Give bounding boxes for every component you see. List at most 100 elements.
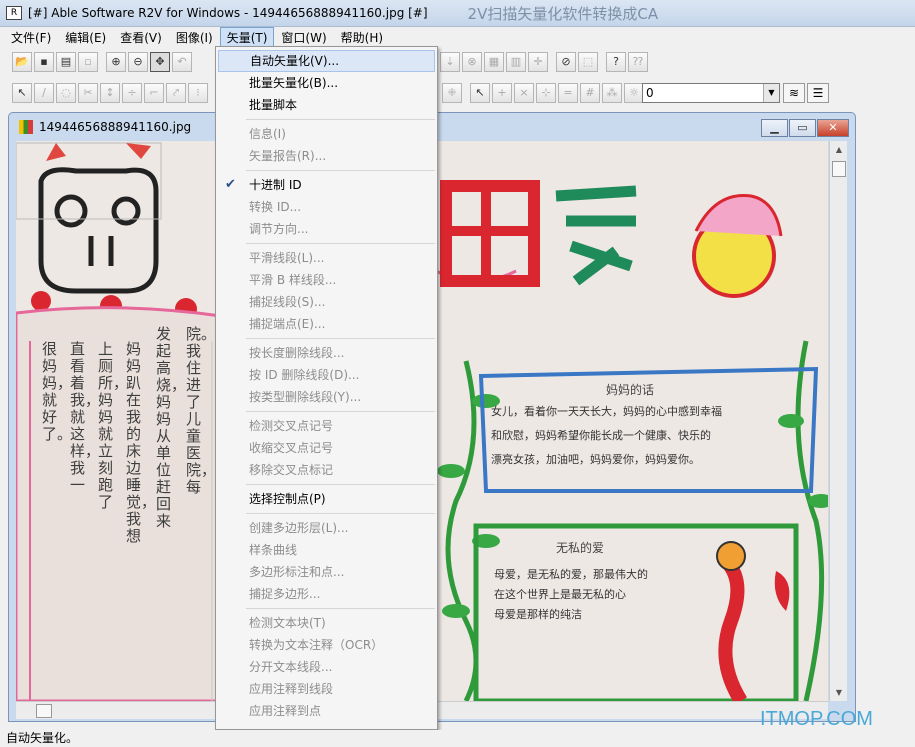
dropdown-item[interactable]: 应用注释到线段 xyxy=(216,678,437,700)
dropdown-item[interactable]: 检测文本块(T) xyxy=(216,612,437,634)
dropdown-item[interactable]: 矢量报告(R)... xyxy=(216,145,437,167)
zoom-in-icon[interactable]: ⊕ xyxy=(106,52,126,72)
poem-column: 院。我住进了儿童医院，每 xyxy=(186,325,217,496)
box-text-line: 在这个世界上是最无私的心 xyxy=(494,588,626,601)
move-node-icon[interactable]: ↕ xyxy=(100,83,120,103)
dropdown-item[interactable]: 按 ID 删除线段(D)... xyxy=(216,364,437,386)
delete-select-icon[interactable]: ⊘ xyxy=(556,52,576,72)
help-icon[interactable]: ? xyxy=(606,52,626,72)
id-equal-icon[interactable]: = xyxy=(558,83,578,103)
scroll-down-icon[interactable]: ▼ xyxy=(830,684,848,701)
select-arrow-icon[interactable]: ↖ xyxy=(12,83,32,103)
dropdown-item-label: 信息(I) xyxy=(249,127,286,141)
pan-tool-icon[interactable]: ✥ xyxy=(150,52,170,72)
menu-6[interactable]: 帮助(H) xyxy=(334,27,390,48)
save-icon[interactable]: ▪ xyxy=(34,52,54,72)
status-bar: 自动矢量化。 xyxy=(0,730,915,747)
menu-separator xyxy=(246,243,435,244)
menu-1[interactable]: 编辑(E) xyxy=(58,27,113,48)
pointer-plus-icon[interactable]: ↖ xyxy=(470,83,490,103)
dropdown-item[interactable]: ✔ 十进制 ID xyxy=(216,174,437,196)
dropdown-item[interactable]: 平滑 B 样线段... xyxy=(216,269,437,291)
dropdown-item[interactable]: 按长度删除线段... xyxy=(216,342,437,364)
grid-icon[interactable]: ⁝ xyxy=(188,83,208,103)
dropdown-item-label: 应用注释到点 xyxy=(249,704,322,718)
dropdown-item[interactable]: 分开文本线段... xyxy=(216,656,437,678)
dropdown-item[interactable]: 移除交叉点标记 xyxy=(216,459,437,481)
zoom-out-icon[interactable]: ⊖ xyxy=(128,52,148,72)
context-help-icon[interactable]: ⁇ xyxy=(628,52,648,72)
dropdown-item[interactable]: 转换为文本注释（OCR） xyxy=(216,634,437,656)
id-tag-icon[interactable]: # xyxy=(580,83,600,103)
open-file-icon[interactable]: 📂 xyxy=(12,52,32,72)
minimize-button[interactable]: ▁ xyxy=(761,119,788,137)
dropdown-item-label: 自动矢量化(V)... xyxy=(250,54,340,68)
dropdown-item[interactable]: 自动矢量化(V)... xyxy=(218,50,435,72)
dropdown-item[interactable]: 选择控制点(P) xyxy=(216,488,437,510)
draw-line-icon[interactable]: ∕ xyxy=(34,83,54,103)
dropdown-item-label: 批量矢量化(B)... xyxy=(249,76,339,90)
dropdown-item-label: 捕捉多边形... xyxy=(249,587,321,601)
dropdown-item[interactable]: 平滑线段(L)... xyxy=(216,247,437,269)
split-icon[interactable]: ÷ xyxy=(122,83,142,103)
box1-title: 妈妈的话 xyxy=(606,383,655,397)
select-box-icon[interactable]: ⬚ xyxy=(578,52,598,72)
menu-separator xyxy=(246,608,435,609)
undo-icon[interactable]: ↶ xyxy=(172,52,192,72)
chevron-down-icon[interactable]: ▼ xyxy=(763,84,779,102)
dropdown-item[interactable]: 多边形标注和点... xyxy=(216,561,437,583)
cut-line-icon[interactable]: ✂ xyxy=(78,83,98,103)
menu-0[interactable]: 文件(F) xyxy=(4,27,58,48)
vector-tool-3-icon[interactable]: ⊗ xyxy=(462,52,482,72)
vertical-scroll-thumb[interactable] xyxy=(832,161,846,177)
dropdown-item-label: 创建多边形层(L)... xyxy=(249,521,349,535)
dropdown-item[interactable]: 创建多边形层(L)... xyxy=(216,517,437,539)
reshape-icon[interactable]: ⤤ xyxy=(166,83,186,103)
site-watermark: ITMOP.COM xyxy=(760,708,873,730)
poem-column: 很妈妈，就好了。 xyxy=(42,340,73,443)
light-icon[interactable]: ☼ xyxy=(624,83,644,103)
dropdown-item[interactable]: 信息(I) xyxy=(216,123,437,145)
dropdown-item[interactable]: 检测交叉点记号 xyxy=(216,415,437,437)
dropdown-item[interactable]: 捕捉线段(S)... xyxy=(216,291,437,313)
close-button[interactable]: ✕ xyxy=(817,119,849,137)
menu-3[interactable]: 图像(I) xyxy=(169,27,220,48)
horizontal-scroll-thumb[interactable] xyxy=(36,704,52,718)
join-icon[interactable]: ⌐ xyxy=(144,83,164,103)
maximize-button[interactable]: ▭ xyxy=(789,119,816,137)
child-window-title: 14944656888941160.jpg xyxy=(39,120,192,134)
dropdown-item[interactable]: 收缩交叉点记号 xyxy=(216,437,437,459)
scroll-up-icon[interactable]: ▲ xyxy=(830,141,848,158)
dropdown-item[interactable]: 按类型删除线段(Y)... xyxy=(216,386,437,408)
menu-5[interactable]: 窗口(W) xyxy=(274,27,333,48)
app-icon[interactable]: R xyxy=(6,6,22,20)
dropdown-item[interactable]: 捕捉多边形... xyxy=(216,583,437,605)
vertical-scrollbar[interactable]: ▲ ▼ xyxy=(829,141,847,701)
layers-icon[interactable]: ≋ xyxy=(783,83,805,103)
ocr-tool-2-icon[interactable]: ▥ xyxy=(506,52,526,72)
dropdown-item[interactable]: 转换 ID... xyxy=(216,196,437,218)
dropdown-item-label: 按长度删除线段... xyxy=(249,346,345,360)
crosshair-icon[interactable]: ✛ xyxy=(528,52,548,72)
dropdown-item[interactable]: 应用注释到点 xyxy=(216,700,437,722)
menu-4[interactable]: 矢量(T) xyxy=(219,26,275,48)
edit-node-icon[interactable]: ◌ xyxy=(56,83,76,103)
label-icon[interactable]: ⁂ xyxy=(602,83,622,103)
menu-2[interactable]: 查看(V) xyxy=(113,27,169,48)
node-select-icon[interactable]: ⊹ xyxy=(536,83,556,103)
dropdown-item[interactable]: 样条曲线 xyxy=(216,539,437,561)
ocr-tool-1-icon[interactable]: ▦ xyxy=(484,52,504,72)
dropdown-item[interactable]: 捕捉端点(E)... xyxy=(216,313,437,335)
add-point-icon[interactable]: + xyxy=(492,83,512,103)
vector-tool-2-icon[interactable]: ⇣ xyxy=(440,52,460,72)
layer-panel-icon[interactable]: ☰ xyxy=(807,83,829,103)
id-combo[interactable]: 0 ▼ xyxy=(642,83,780,103)
dropdown-item[interactable]: 批量矢量化(B)... xyxy=(216,72,437,94)
save-project-icon[interactable]: ▫ xyxy=(78,52,98,72)
menu-separator xyxy=(246,170,435,171)
dropdown-item[interactable]: 批量脚本 xyxy=(216,94,437,116)
open-project-icon[interactable]: ▤ xyxy=(56,52,76,72)
remove-point-icon[interactable]: × xyxy=(514,83,534,103)
dropdown-item[interactable]: 调节方向... xyxy=(216,218,437,240)
point-tool-icon[interactable]: ⁜ xyxy=(442,83,462,103)
